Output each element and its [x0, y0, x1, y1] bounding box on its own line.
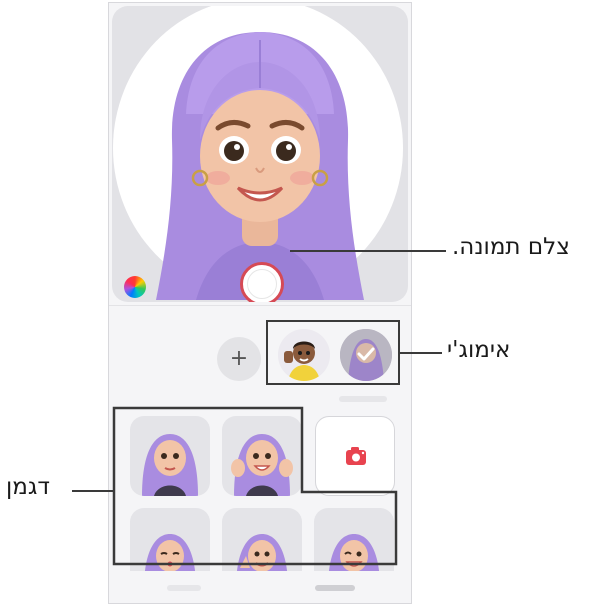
camera-preview — [112, 6, 408, 302]
shutter-button-icon — [247, 269, 277, 299]
shutter-button[interactable] — [240, 262, 284, 302]
avatar-illustration — [156, 32, 364, 300]
plus-icon: + — [229, 346, 249, 371]
callout-box-mode — [112, 406, 398, 566]
callout-line-emoji — [400, 352, 442, 354]
callout-take-photo: צלם תמונה. — [452, 234, 570, 260]
tab-placeholder-1[interactable] — [167, 585, 201, 591]
add-emoji-button[interactable]: + — [217, 337, 261, 381]
divider — [109, 305, 411, 306]
color-wheel-icon[interactable] — [124, 276, 146, 298]
callout-mode: דגמן — [6, 474, 50, 500]
bottom-tab-bar — [109, 571, 411, 603]
callout-line-take-photo — [290, 250, 446, 252]
callout-box-emoji — [266, 320, 400, 385]
callout-line-mode — [72, 490, 114, 492]
tab-placeholder-2[interactable] — [315, 585, 355, 591]
section-label-placeholder — [339, 396, 387, 402]
callout-emoji: אימוג'י — [447, 337, 511, 363]
